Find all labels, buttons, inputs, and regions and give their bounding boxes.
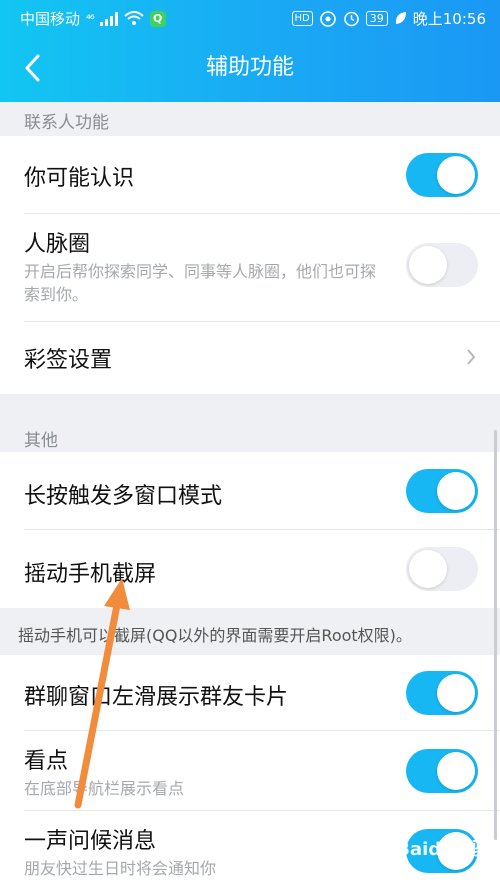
annotation-arrow-icon (74, 578, 130, 809)
watermark-label: Baidu经验 (396, 839, 490, 860)
